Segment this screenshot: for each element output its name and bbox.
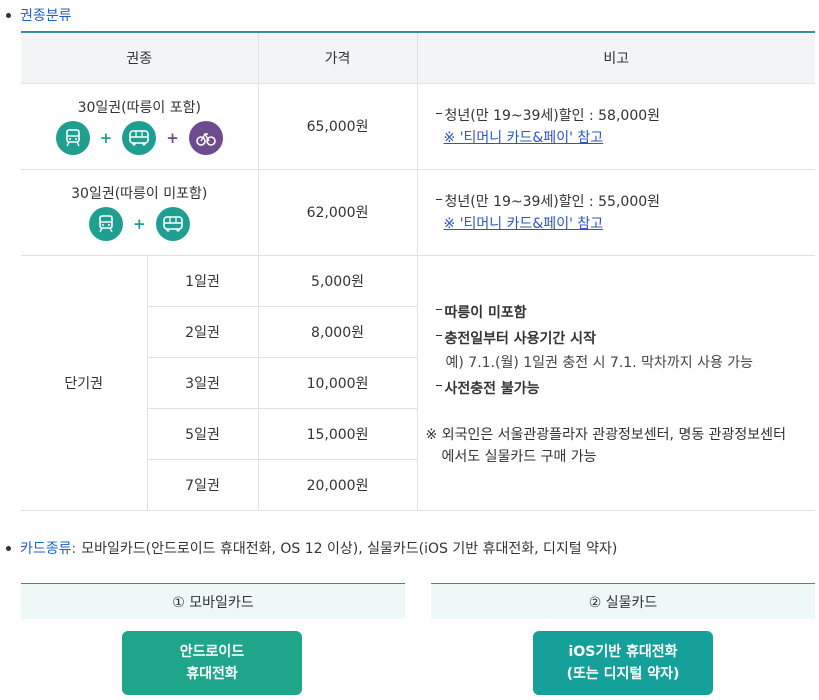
bike-icon xyxy=(188,121,223,155)
dash xyxy=(435,335,442,336)
plus-sign: + xyxy=(166,129,179,147)
duration-cell: 2일권 xyxy=(147,305,259,358)
duration-cell: 1일권 xyxy=(146,254,259,307)
foreigner-note-2: 에서도 실물카드 구매 가능 xyxy=(441,448,597,465)
subway-icon xyxy=(88,207,123,241)
card-types-line: 카드종류: 모바일카드(안드로이드 휴대전화, OS 12 이상), 실물카드(… xyxy=(6,538,617,558)
physical-card-title: ② 실물카드 xyxy=(431,583,815,619)
ticket-name: 30일권(따릉이 미포함) xyxy=(71,186,208,202)
price-cell: 62,000원 xyxy=(257,168,418,256)
ticket-cell: 30일권(따릉이 미포함) + xyxy=(21,168,259,256)
duration-cell: 5일권 xyxy=(147,407,259,460)
note-cell: 청년(만 19~39세)할인 : 58,000원 ※ '티머니 카드&페이' 참… xyxy=(416,82,816,170)
youth-discount-text: 청년(만 19~39세)할인 : 58,000원 xyxy=(444,108,661,124)
price-cell: 8,000원 xyxy=(257,305,418,358)
price-cell: 10,000원 xyxy=(257,356,418,409)
youth-discount: 청년(만 19~39세)할인 : 58,000원 xyxy=(435,104,816,126)
note-text: 충전일부터 사용기간 시작 xyxy=(444,330,596,347)
section-title: 권종분류 xyxy=(20,8,72,24)
section-fare-types: 권종분류 xyxy=(6,6,72,24)
ios-btn-line2: (또는 디지털 약자) xyxy=(566,666,680,682)
foreigner-note-1: ※ 외국인은 서울관광플라자 관광정보센터, 명동 관광정보센터 xyxy=(425,426,786,443)
bus-icon xyxy=(155,207,190,241)
duration-cell: 7일권 xyxy=(147,458,259,511)
price-cell: 15,000원 xyxy=(257,407,418,460)
fare-table: 권종 가격 비고 30일권(따릉이 포함) + + 65,000원 청년(만 1… xyxy=(21,31,816,511)
transport-icons: + + xyxy=(21,121,258,155)
android-phone-button[interactable]: 안드로이드 휴대전화 xyxy=(122,631,302,695)
card-types-text: 모바일카드(안드로이드 휴대전화, OS 12 이상), 실물카드(iOS 기반… xyxy=(81,541,618,557)
short-term-group: 단기권 xyxy=(21,254,148,511)
note-cell: 청년(만 19~39세)할인 : 55,000원 ※ '티머니 카드&페이' 참… xyxy=(416,168,816,256)
ios-btn-line1: iOS기반 휴대전화 xyxy=(568,644,678,660)
ticket-cell: 30일권(따릉이 포함) + + xyxy=(21,82,259,170)
header-note: 비고 xyxy=(416,31,816,83)
note-text: 사전충전 불가능 xyxy=(444,380,540,397)
table-row: 30일권(따릉이 포함) + + 65,000원 청년(만 19~39세)할인 … xyxy=(21,82,816,170)
youth-discount: 청년(만 19~39세)할인 : 55,000원 xyxy=(435,190,816,212)
mobile-card-section: ① 모바일카드 xyxy=(21,583,405,619)
dash xyxy=(435,112,442,114)
table-header-row: 권종 가격 비고 xyxy=(21,31,816,83)
subway-icon xyxy=(55,121,90,155)
ios-phone-button[interactable]: iOS기반 휴대전화 (또는 디지털 약자) xyxy=(533,631,713,695)
note-start: 충전일부터 사용기간 시작 xyxy=(435,325,816,351)
duration-cell: 3일권 xyxy=(147,356,259,409)
dash xyxy=(435,385,442,386)
bullet xyxy=(6,545,11,551)
note-example: 예) 7.1.(월) 1일권 충전 시 7.1. 막차까지 사용 가능 xyxy=(445,354,754,371)
physical-card-section: ② 실물카드 xyxy=(431,583,815,619)
ticket-name: 30일권(따릉이 포함) xyxy=(77,100,201,116)
bus-icon xyxy=(122,121,157,155)
android-btn-line1: 안드로이드 xyxy=(179,644,245,660)
note-no-precharge: 사전충전 불가능 xyxy=(435,373,816,403)
youth-discount-text: 청년(만 19~39세)할인 : 55,000원 xyxy=(444,194,661,210)
table-row: 30일권(따릉이 미포함) + 62,000원 청년(만 19~39세)할인 :… xyxy=(21,168,816,256)
tmoney-ref-link[interactable]: ※ '티머니 카드&페이' 참고 xyxy=(444,213,604,233)
plus-sign: + xyxy=(132,215,146,233)
price-cell: 65,000원 xyxy=(257,82,418,170)
dash xyxy=(435,198,442,200)
plus-sign: + xyxy=(99,129,113,147)
dash xyxy=(435,309,442,310)
mobile-card-title: ① 모바일카드 xyxy=(21,583,405,619)
price-cell: 5,000원 xyxy=(257,254,418,307)
bullet xyxy=(6,12,11,18)
header-ticket-type: 권종 xyxy=(21,31,259,83)
card-types-label: 카드종류: xyxy=(20,541,77,557)
transport-icons: + xyxy=(21,207,258,241)
android-btn-line2: 휴대전화 xyxy=(186,666,238,682)
table-row: 단기권 1일권 5,000원 따릉이 미포함 충전일부터 사용기간 시작 예) … xyxy=(21,254,816,511)
tmoney-ref-link[interactable]: ※ '티머니 카드&페이' 참고 xyxy=(444,127,604,147)
price-cell: 20,000원 xyxy=(257,458,418,511)
note-text: 따릉이 미포함 xyxy=(444,304,527,321)
short-term-notes: 따릉이 미포함 충전일부터 사용기간 시작 예) 7.1.(월) 1일권 충전 … xyxy=(416,254,816,511)
header-price: 가격 xyxy=(257,31,418,83)
note-no-bike: 따릉이 미포함 xyxy=(435,299,816,325)
